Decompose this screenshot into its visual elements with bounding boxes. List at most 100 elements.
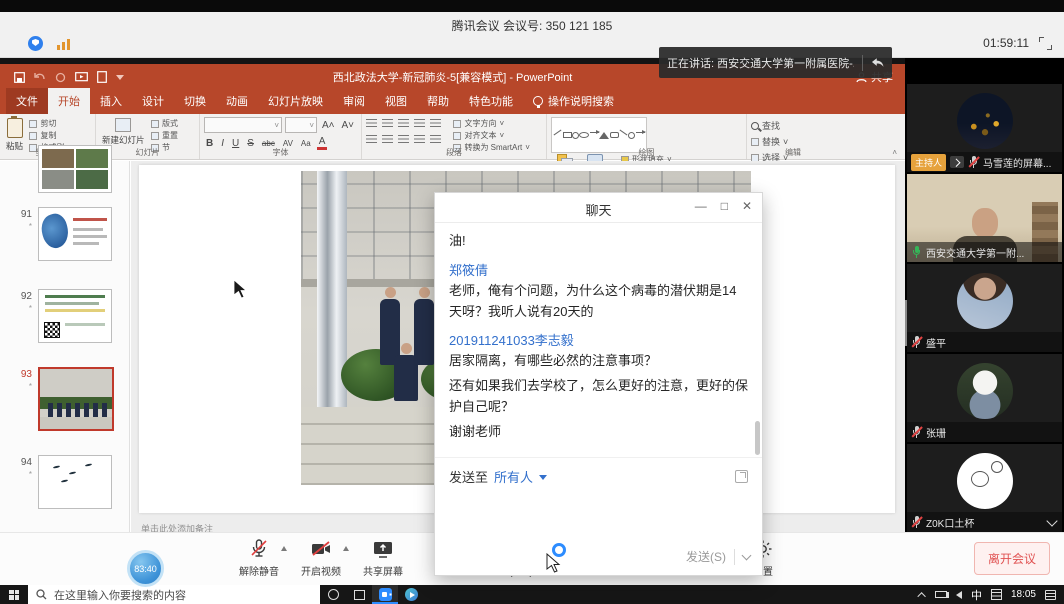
participants-sidebar: 主持人 马雪莲的屏幕... 西安交通大学第一附... 盛平 xyxy=(905,58,1064,532)
chat-popout-icon[interactable] xyxy=(735,470,748,483)
collapse-ribbon-icon[interactable]: ˄ xyxy=(892,148,897,157)
tab-review[interactable]: 审阅 xyxy=(333,88,375,114)
chat-message: 油! xyxy=(449,231,748,252)
taskbar-ev-app[interactable] xyxy=(398,585,424,604)
send-to-dropdown-icon[interactable] xyxy=(539,475,547,480)
align-right-icon[interactable] xyxy=(398,133,409,143)
align-center-icon[interactable] xyxy=(382,133,393,143)
unmute-button[interactable]: 解除静音 xyxy=(232,537,286,578)
tab-design[interactable]: 设计 xyxy=(132,88,174,114)
tab-file[interactable]: 文件 xyxy=(6,88,48,114)
chat-messages[interactable]: 油! 郑筱倩 老师，俺有个问题，为什么这个病毒的潜伏期是14天呀？我听人说有20… xyxy=(435,223,762,457)
text-direction-button[interactable]: 文字方向 ˅ xyxy=(453,118,529,129)
send-options-icon[interactable] xyxy=(742,550,752,560)
undo-icon[interactable] xyxy=(34,72,46,83)
new-doc-icon[interactable] xyxy=(97,71,107,83)
chat-maximize-button[interactable]: □ xyxy=(721,199,728,213)
participant-name: 西安交通大学第一附... xyxy=(926,245,1058,260)
grow-font-button[interactable]: A˄ xyxy=(320,120,337,131)
ev-capture-icon xyxy=(405,588,418,601)
tab-slideshow[interactable]: 幻灯片放映 xyxy=(258,88,333,114)
justify-icon[interactable] xyxy=(414,133,425,143)
cortana-button[interactable] xyxy=(320,585,346,604)
reply-arrow-icon[interactable] xyxy=(871,57,884,69)
tab-insert[interactable]: 插入 xyxy=(90,88,132,114)
mic-muted-icon xyxy=(911,516,922,529)
redo-icon[interactable] xyxy=(55,72,66,83)
align-left-icon[interactable] xyxy=(366,133,377,143)
mic-muted-icon xyxy=(968,156,979,169)
network-signal-icon[interactable] xyxy=(57,38,70,50)
new-slide-button[interactable]: 新建幻灯片 xyxy=(102,118,145,146)
chat-minimize-button[interactable]: — xyxy=(695,199,707,213)
tab-view[interactable]: 视图 xyxy=(375,88,417,114)
floating-timer-badge[interactable]: 83:40 xyxy=(127,550,164,587)
participant-tile-speaker[interactable]: 西安交通大学第一附... xyxy=(907,174,1062,262)
fullscreen-icon[interactable] xyxy=(1039,37,1052,50)
tell-me-search[interactable]: 操作说明搜索 xyxy=(523,88,624,114)
copy-button[interactable]: 复制 xyxy=(29,130,64,141)
notification-center-icon[interactable] xyxy=(1045,590,1056,600)
slide-thumbnail-panel: 91* 92* xyxy=(0,161,130,532)
tab-animations[interactable]: 动画 xyxy=(216,88,258,114)
indent-decrease-icon[interactable] xyxy=(398,117,409,127)
chat-scrollbar[interactable] xyxy=(755,421,760,455)
chat-message: 还有如果我们去学校了，怎么更好的注意，更好的保护自己呢？ xyxy=(449,376,748,418)
taskbar-search[interactable]: 在这里输入你要搜索的内容 xyxy=(28,585,320,604)
send-button[interactable]: 发送(S) xyxy=(686,548,726,565)
shrink-font-button[interactable]: A˅ xyxy=(340,120,357,131)
columns-icon[interactable] xyxy=(430,133,441,143)
send-to-audience[interactable]: 所有人 xyxy=(494,467,533,486)
qat-dropdown-icon[interactable] xyxy=(116,75,124,80)
font-family-select[interactable]: ˅ xyxy=(204,117,282,133)
cut-button[interactable]: 剪切 xyxy=(29,118,64,129)
speaker-icon[interactable] xyxy=(956,591,962,599)
find-button[interactable]: 查找 xyxy=(751,119,788,132)
screen-sharing-icon xyxy=(950,156,964,168)
start-video-button[interactable]: 开启视频 xyxy=(294,537,348,578)
font-size-select[interactable]: ˅ xyxy=(285,117,317,133)
slideshow-icon[interactable] xyxy=(75,72,88,83)
layout-button[interactable]: 版式 xyxy=(151,118,178,129)
participant-tile[interactable]: Z0K口土杯 xyxy=(907,444,1062,532)
reset-button[interactable]: 重置 xyxy=(151,130,178,141)
tab-transitions[interactable]: 切换 xyxy=(174,88,216,114)
chat-sender-name: 郑筱倩 xyxy=(449,260,748,279)
participant-name: 盛平 xyxy=(926,335,1058,350)
participant-tile-host[interactable]: 主持人 马雪莲的屏幕... xyxy=(907,84,1062,172)
indent-increase-icon[interactable] xyxy=(414,117,425,127)
sidebar-scrollbar[interactable] xyxy=(905,300,907,346)
leave-meeting-button[interactable]: 离开会议 xyxy=(974,542,1050,575)
mouse-cursor-secondary xyxy=(546,553,561,573)
taskbar-wemeet-app[interactable] xyxy=(372,585,398,604)
tab-help[interactable]: 帮助 xyxy=(417,88,459,114)
clock[interactable]: 18:05 xyxy=(1011,589,1036,600)
cortana-icon xyxy=(328,589,339,600)
screen: 腾讯会议 会议号: 350 121 185 01:59:11 正在讲话: 西安交… xyxy=(0,0,1064,604)
chat-titlebar[interactable]: 聊天 — □ ✕ xyxy=(435,193,762,223)
align-text-button[interactable]: 对齐文本 ˅ xyxy=(453,130,529,141)
save-icon[interactable] xyxy=(14,72,25,83)
ime-indicator[interactable]: 中 xyxy=(971,587,982,603)
hidden-icons-chevron[interactable] xyxy=(917,592,925,600)
collapse-sidebar-icon[interactable] xyxy=(1046,515,1057,526)
bullets-icon[interactable] xyxy=(366,117,377,127)
ime-keyboard-icon[interactable] xyxy=(991,589,1002,600)
tab-special[interactable]: 特色功能 xyxy=(459,88,523,114)
participant-tile[interactable]: 张珊 xyxy=(907,354,1062,442)
chat-close-button[interactable]: ✕ xyxy=(742,199,752,213)
mic-options-arrow[interactable] xyxy=(281,546,287,551)
send-to-label: 发送至 xyxy=(449,467,488,486)
start-button[interactable] xyxy=(0,585,28,604)
task-view-button[interactable] xyxy=(346,585,372,604)
numbering-icon[interactable] xyxy=(382,117,393,127)
share-screen-button[interactable]: 共享屏幕 xyxy=(356,537,410,578)
line-spacing-icon[interactable] xyxy=(430,117,441,127)
share-screen-icon xyxy=(372,539,394,559)
chat-input[interactable] xyxy=(435,495,762,548)
meeting-security-shield-icon[interactable] xyxy=(28,36,43,51)
tab-home[interactable]: 开始 xyxy=(48,88,90,114)
windows-taskbar: 在这里输入你要搜索的内容 中 18:05 xyxy=(0,585,1064,604)
video-options-arrow[interactable] xyxy=(343,546,349,551)
participant-tile[interactable]: 盛平 xyxy=(907,264,1062,352)
